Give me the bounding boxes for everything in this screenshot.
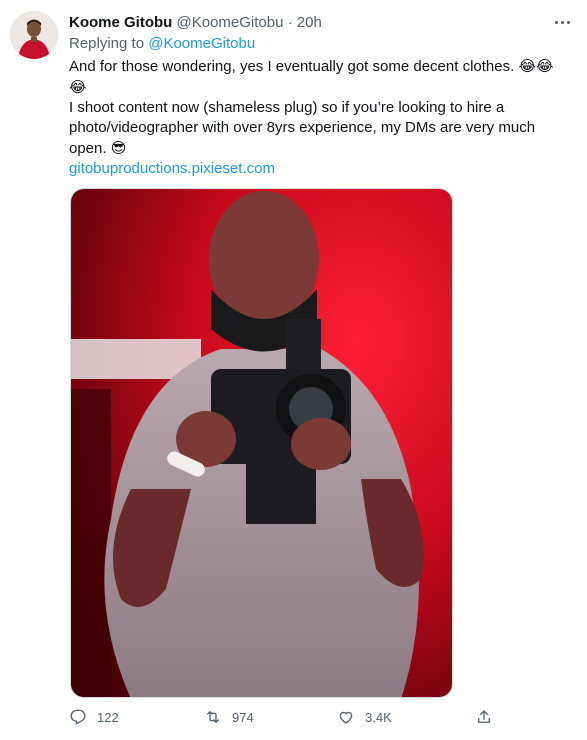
tweet-header: Koome Gitobu @KoomeGitobu · 20h bbox=[69, 13, 322, 33]
author-name[interactable]: Koome Gitobu bbox=[69, 14, 172, 31]
photo-image bbox=[71, 189, 452, 697]
replying-to: Replying to @KoomeGitobu bbox=[69, 34, 255, 54]
retweet-icon bbox=[207, 711, 219, 723]
tweet-text: And for those wondering, yes I eventuall… bbox=[69, 56, 569, 179]
tweet-line-2-text: I shoot content now (shameless plug) so … bbox=[69, 99, 536, 157]
retweet-button[interactable]: 974 bbox=[204, 708, 254, 726]
more-icon bbox=[554, 20, 558, 24]
like-button[interactable]: 3.4K bbox=[337, 708, 392, 726]
laughing-emoji-wrap: 😂 bbox=[69, 78, 87, 96]
heart-icon bbox=[339, 711, 353, 724]
replying-handle-link[interactable]: @KoomeGitobu bbox=[148, 35, 255, 52]
share-icon bbox=[478, 710, 490, 723]
tweet-photo[interactable] bbox=[70, 188, 453, 698]
more-button[interactable] bbox=[548, 11, 576, 33]
author-handle[interactable]: @KoomeGitobu bbox=[177, 14, 284, 31]
share-button[interactable] bbox=[475, 708, 493, 726]
tweet-time[interactable]: 20h bbox=[297, 14, 322, 31]
laughing-emoji: 😂😂 bbox=[518, 57, 554, 75]
replying-prefix: Replying to bbox=[69, 35, 145, 52]
tweet-actions: 122 974 3.4K bbox=[69, 708, 509, 734]
sunglasses-emoji: 😎 bbox=[110, 139, 127, 157]
tweet-link[interactable]: gitobuproductions.pixieset.com bbox=[69, 160, 275, 177]
reply-icon bbox=[70, 709, 86, 725]
avatar[interactable] bbox=[10, 11, 58, 59]
avatar-image bbox=[10, 11, 58, 59]
retweet-count: 974 bbox=[232, 709, 254, 725]
like-count: 3.4K bbox=[365, 709, 392, 725]
tweet-line-1-text: And for those wondering, yes I eventuall… bbox=[69, 58, 515, 75]
reply-button[interactable]: 122 bbox=[69, 708, 119, 726]
tweet-line-2: I shoot content now (shameless plug) so … bbox=[69, 98, 569, 159]
header-separator: · bbox=[287, 14, 293, 31]
reply-count: 122 bbox=[97, 709, 119, 725]
tweet-line-1: And for those wondering, yes I eventuall… bbox=[69, 56, 569, 98]
